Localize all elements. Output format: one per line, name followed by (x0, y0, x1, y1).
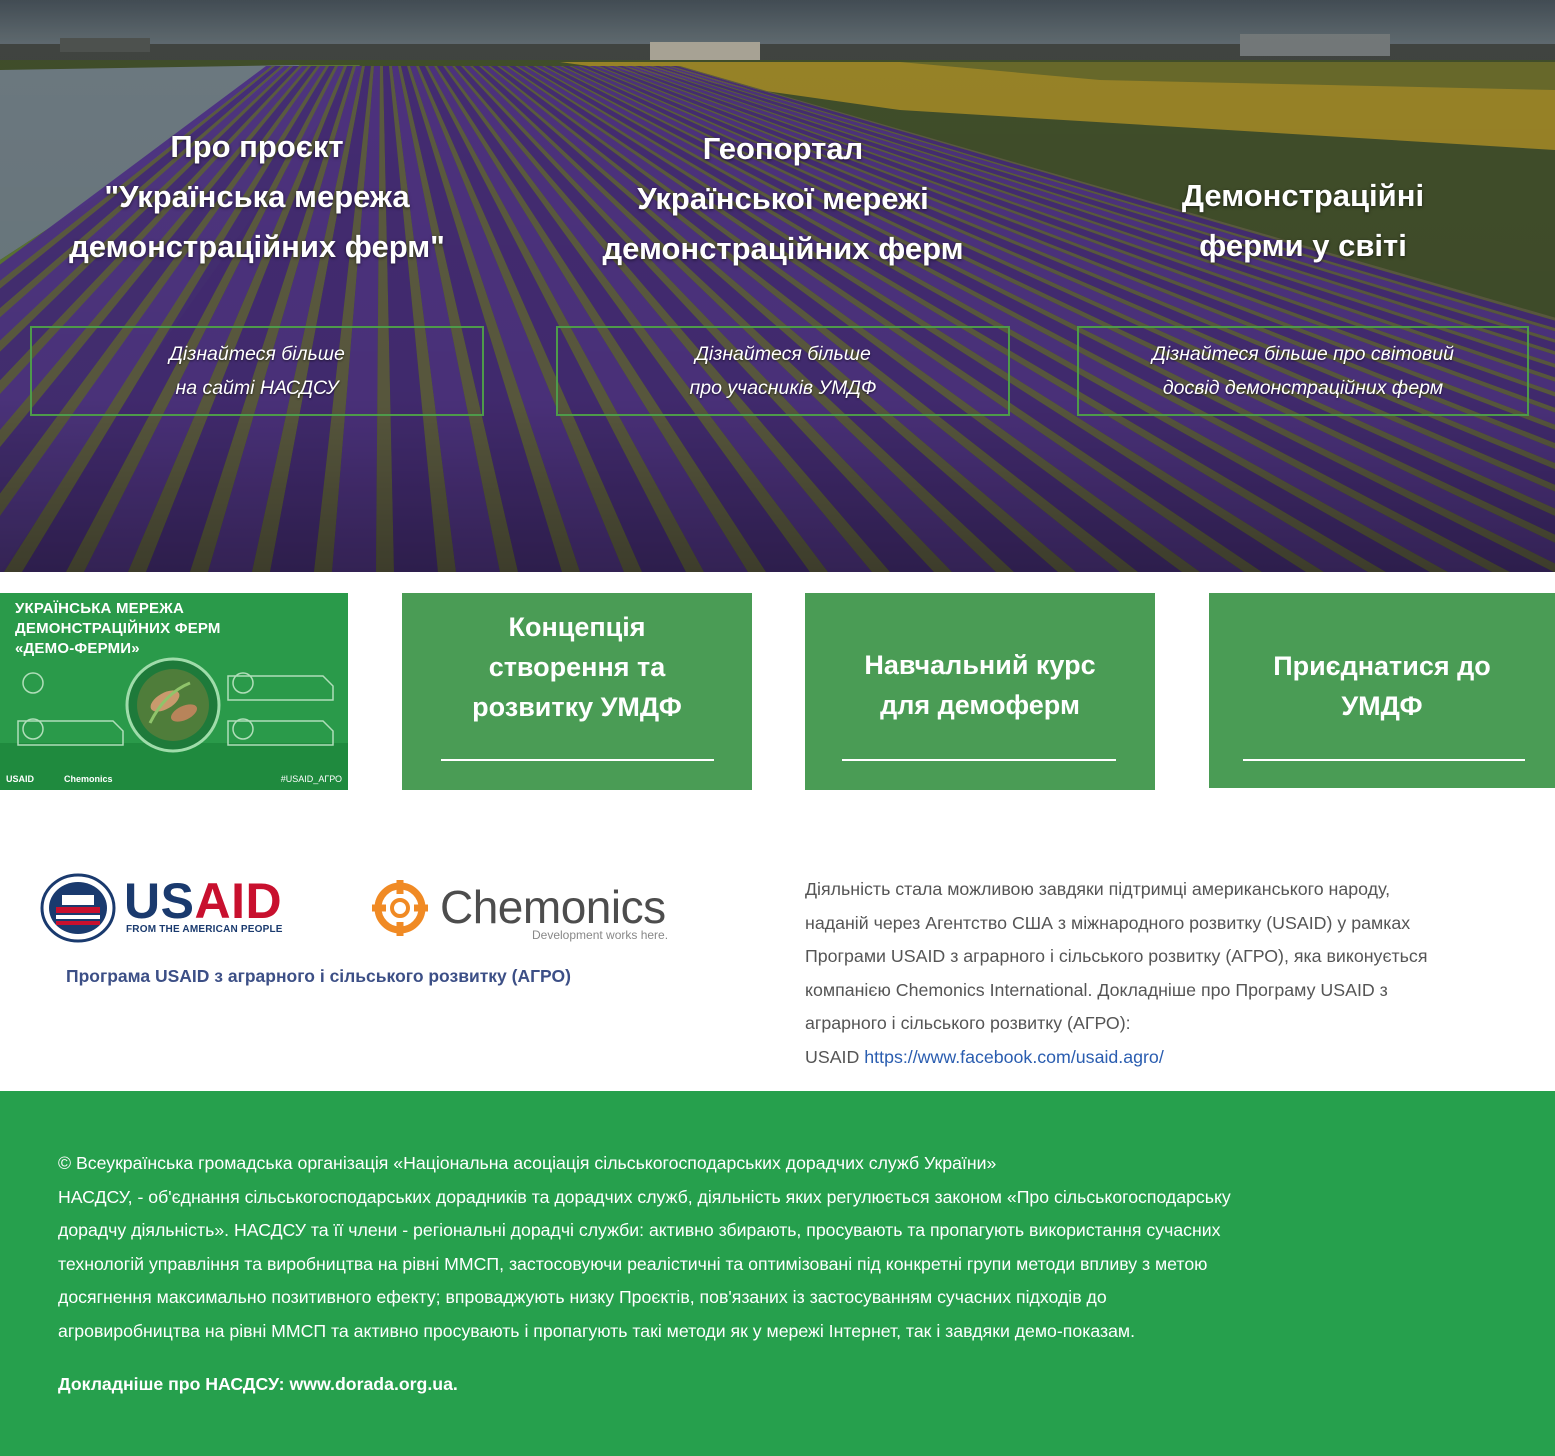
site-footer: © Всеукраїнська громадська організація «… (0, 1091, 1555, 1456)
concept-tile[interactable]: Концепція створення та розвитку УМДФ (402, 593, 752, 790)
training-course-tile[interactable]: Навчальний курс для демоферм (805, 593, 1155, 790)
about-project-column: Про проєкт "Українська мережа демонстрац… (30, 0, 484, 572)
footer-line: НАСДСУ, - об'єднання сільськогосподарськ… (58, 1186, 1231, 1207)
hero-section: Про проєкт "Українська мережа демонстрац… (0, 0, 1555, 572)
tile-underline (441, 759, 714, 761)
banner-footer: USAID Chemonics #USAID_AГРО (6, 774, 342, 784)
footer-line: дорадчу діяльність». НАСДСУ та її члени … (58, 1220, 1221, 1241)
geoportal-column: Геопортал Української мережі демонстраці… (556, 0, 1010, 572)
world-farms-title: Демонстраційні ферми у світі (1181, 178, 1425, 263)
support-link-prefix: USAID (805, 1046, 860, 1067)
tile-underline (842, 759, 1116, 761)
usaid-tagline: FROM THE AMERICAN PEOPLE (126, 924, 283, 935)
footer-line: агровиробництва на рівні ММСП та активно… (58, 1320, 1135, 1341)
banner-title: УКРАЇНСЬКА МЕРЕЖА ДЕМОНСТРАЦІЙНИХ ФЕРМ «… (15, 600, 221, 657)
support-link-line: USAID https://www.facebook.com/usaid.agr… (805, 1041, 1555, 1075)
usaid-logo-text: USAID (124, 873, 283, 929)
support-line: наданій через Агентство США з міжнародно… (805, 912, 1411, 933)
join-tile[interactable]: Приєднатися до УМДФ (1209, 593, 1555, 788)
footer-description: © Всеукраїнська громадська організація «… (58, 1147, 1498, 1349)
footer-line: досягнення максимально позитивного ефект… (58, 1287, 1107, 1308)
banner-hashtag: #USAID_AГРО (280, 774, 342, 784)
about-project-title: Про проєкт "Українська мережа демонстрац… (69, 129, 445, 264)
footer-more-link[interactable]: Докладніше про НАСДСУ: www.dorada.org.ua… (58, 1374, 458, 1395)
tile-underline (1243, 759, 1525, 761)
chemonics-tagline: Development works here. (532, 928, 669, 942)
support-statement: Діяльність стала можливою завдяки підтри… (805, 873, 1555, 1074)
support-line: компанією Chemonics International. Докла… (805, 979, 1388, 1000)
geoportal-link-box[interactable]: Дізнайтеся більше про учасників УМДФ (556, 326, 1010, 416)
demo-farms-banner[interactable]: УКРАЇНСЬКА МЕРЕЖА ДЕМОНСТРАЦІЙНИХ ФЕРМ «… (0, 593, 348, 790)
chemonics-logo-text: Chemonics (440, 881, 666, 933)
about-project-link-box[interactable]: Дізнайтеся більше на сайті НАСДСУ (30, 326, 484, 416)
support-line: аграрного і сільського розвитку (АГРО): (805, 1013, 1131, 1033)
footer-line: технологій управління та виробництва на … (58, 1253, 1208, 1274)
geoportal-title: Геопортал Української мережі демонстраці… (602, 131, 964, 266)
usaid-facebook-link[interactable]: https://www.facebook.com/usaid.agro/ (864, 1047, 1163, 1067)
world-farms-link-box[interactable]: Дізнайтеся більше про світовий досвід дем… (1077, 326, 1529, 416)
banner-usaid-label: USAID (6, 774, 35, 784)
program-name: Програма USAID з аграрного і сільського … (66, 966, 571, 986)
concept-tile-label: Концепція створення та розвитку УМДФ (472, 612, 682, 722)
support-line: Діяльність стала можливою завдяки підтри… (805, 879, 1391, 899)
usaid-seal-logo (40, 873, 116, 943)
banner-chemonics-label: Chemonics (64, 774, 113, 784)
training-course-tile-label: Навчальний курс для демоферм (864, 650, 1096, 720)
world-farms-column: Демонстраційні ферми у світі Дізнайтеся … (1077, 0, 1529, 572)
footer-line: © Всеукраїнська громадська організація «… (58, 1153, 997, 1173)
chemonics-mark-logo (372, 880, 428, 936)
join-tile-label: Приєднатися до УМДФ (1273, 651, 1491, 721)
support-line: Програми USAID з аграрного і сільського … (805, 946, 1428, 966)
